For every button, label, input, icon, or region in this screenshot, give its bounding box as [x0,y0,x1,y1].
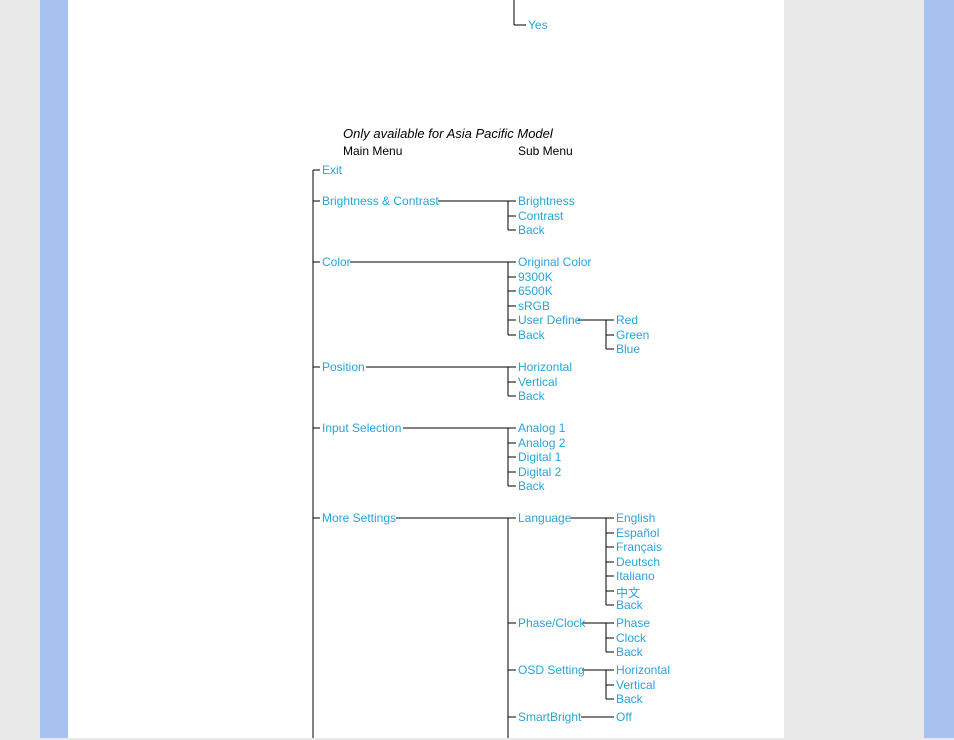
osd-back: Back [616,692,643,706]
sub-position-back: Back [518,389,545,403]
sub-smartbright: SmartBright [518,710,581,724]
sub-brightness: Brightness [518,194,575,208]
sub-input-back: Back [518,479,545,493]
sub-user-define: User Define [518,313,581,327]
pc-back: Back [616,645,643,659]
menu-position: Position [322,360,365,374]
sub-analog2: Analog 2 [518,436,565,450]
menu-exit: Exit [322,163,342,177]
menu-input-selection: Input Selection [322,421,401,435]
sub-vertical: Vertical [518,375,557,389]
frame-gap-left [0,0,40,738]
section-note: Only available for Asia Pacific Model [343,126,553,141]
sub-9300k: 9300K [518,270,553,284]
lang-italiano: Italiano [616,569,655,583]
lang-deutsch: Deutsch [616,555,660,569]
sub-digital2: Digital 2 [518,465,561,479]
sub-red: Red [616,313,638,327]
frame-right-stripe [924,0,954,738]
sb-off: Off [616,710,632,724]
sub-contrast: Contrast [518,209,563,223]
lang-english: English [616,511,655,525]
sub-osd-setting: OSD Setting [518,663,585,677]
pc-clock: Clock [616,631,646,645]
tree-item-yes: Yes [528,18,548,32]
menu-color: Color [322,255,351,269]
page: Yes Only available for Asia Pacific Mode… [68,0,784,738]
sub-digital1: Digital 1 [518,450,561,464]
sub-green: Green [616,328,649,342]
header-main-menu: Main Menu [343,144,402,158]
frame-gap-right [784,0,924,738]
lang-francais: Français [616,540,662,554]
sub-blue: Blue [616,342,640,356]
lang-back: Back [616,598,643,612]
pc-phase: Phase [616,616,650,630]
menu-more-settings: More Settings [322,511,396,525]
sub-language: Language [518,511,571,525]
sub-back: Back [518,223,545,237]
sub-srgb: sRGB [518,299,550,313]
frame-left-stripe [40,0,68,738]
header-sub-menu: Sub Menu [518,144,573,158]
sub-phase-clock: Phase/Clock [518,616,585,630]
osd-horizontal: Horizontal [616,663,670,677]
sub-analog1: Analog 1 [518,421,565,435]
lang-espanol: Español [616,526,659,540]
sub-color-back: Back [518,328,545,342]
sub-6500k: 6500K [518,284,553,298]
sub-original-color: Original Color [518,255,591,269]
osd-vertical: Vertical [616,678,655,692]
menu-brightness-contrast: Brightness & Contrast [322,194,439,208]
sub-horizontal: Horizontal [518,360,572,374]
